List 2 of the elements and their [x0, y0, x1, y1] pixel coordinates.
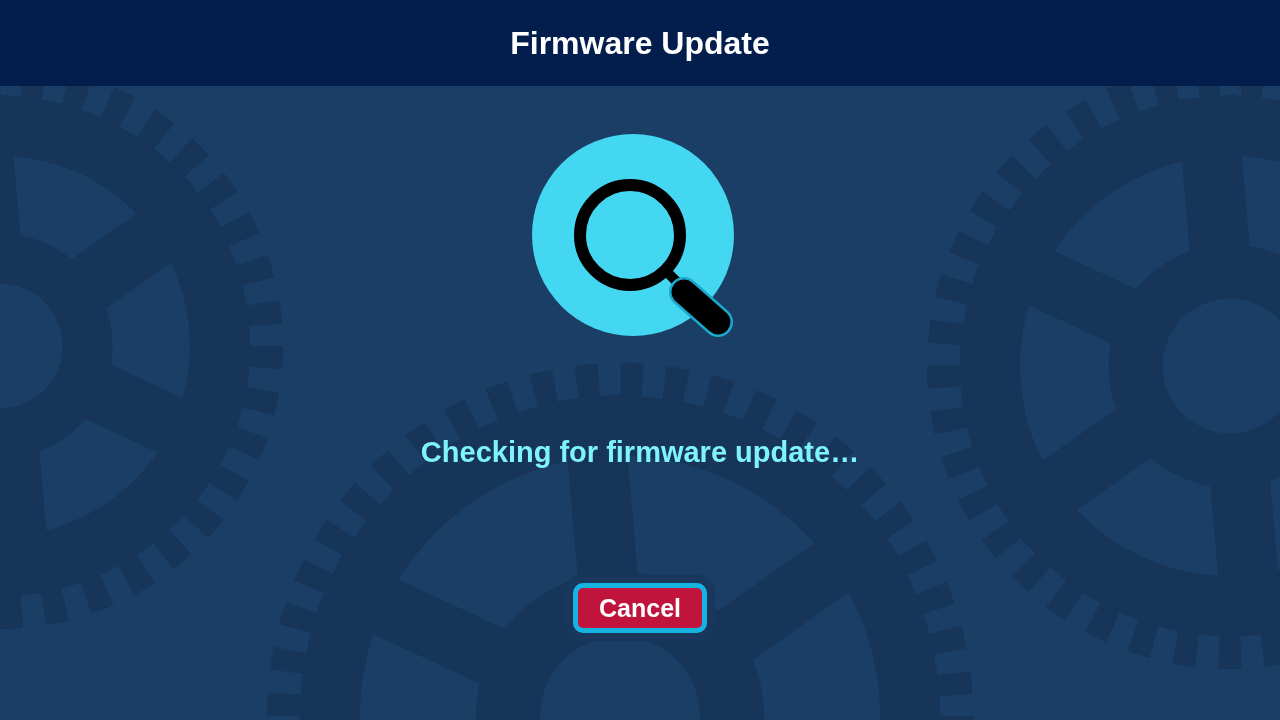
page-title: Firmware Update	[510, 24, 770, 62]
status-message: Checking for firmware update…	[420, 436, 860, 469]
